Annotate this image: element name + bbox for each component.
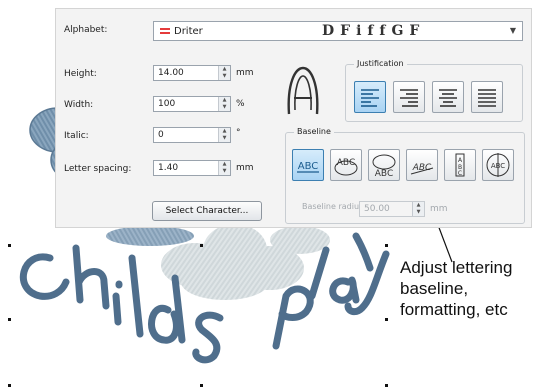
- baseline-circle-button[interactable]: ABC: [406, 149, 438, 181]
- baseline-radius-field[interactable]: 50.00 ▲ ▼: [359, 201, 425, 217]
- selection-handle[interactable]: [385, 318, 388, 321]
- svg-text:ABC: ABC: [298, 161, 319, 172]
- callout-line: Adjust lettering: [400, 258, 513, 277]
- letter-spacing-value: 1.40: [158, 163, 179, 173]
- height-label: Height:: [64, 69, 97, 79]
- justification-title: Justification: [354, 59, 407, 68]
- svg-text:ABC: ABC: [375, 169, 393, 179]
- select-character-button[interactable]: Select Character...: [152, 201, 262, 221]
- baseline-vertical-icon: A B C: [455, 153, 465, 177]
- width-label: Width:: [64, 100, 94, 110]
- height-field[interactable]: 14.00 ▲ ▼: [153, 65, 231, 81]
- baseline-straight-button[interactable]: ABC: [292, 149, 324, 181]
- baseline-radius-value: 50.00: [364, 204, 390, 214]
- chevron-down-icon: ▼: [509, 26, 516, 35]
- baseline-arc-top-icon: ABC: [334, 158, 358, 176]
- alphabet-label: Alphabet:: [64, 25, 108, 35]
- italic-value: 0: [158, 130, 164, 140]
- letter-spacing-unit: mm: [236, 163, 254, 173]
- svg-text:ABC: ABC: [337, 158, 355, 168]
- callout-line: baseline,: [400, 279, 469, 298]
- width-field[interactable]: 100 ▲ ▼: [153, 96, 231, 112]
- align-center-icon: [439, 89, 457, 107]
- baseline-title: Baseline: [294, 127, 334, 136]
- italic-field[interactable]: 0 ▲ ▼: [153, 127, 231, 143]
- align-justify-button[interactable]: [471, 81, 503, 113]
- baseline-straight-icon: ABC: [297, 161, 319, 173]
- baseline-arc-bottom-button[interactable]: ABC: [368, 149, 400, 181]
- alphabet-select[interactable]: Driter DFiffGF ▼: [153, 21, 523, 41]
- selection-handle[interactable]: [200, 244, 203, 247]
- baseline-arc-top-button[interactable]: ABC: [330, 149, 362, 181]
- align-left-button[interactable]: [354, 81, 386, 113]
- font-name: Driter: [174, 25, 203, 37]
- selection-handle[interactable]: [385, 384, 388, 387]
- italic-label: Italic:: [64, 131, 89, 141]
- baseline-radius-unit: mm: [430, 204, 448, 214]
- selection-handle[interactable]: [8, 384, 11, 387]
- baseline-arc-bottom-icon: ABC: [372, 154, 396, 179]
- svg-text:C: C: [458, 170, 462, 177]
- align-justify-icon: [478, 89, 496, 107]
- align-center-button[interactable]: [432, 81, 464, 113]
- letter-spacing-field[interactable]: 1.40 ▲ ▼: [153, 160, 231, 176]
- cloud-blue-bottom: [106, 226, 194, 246]
- height-value: 14.00: [158, 68, 184, 78]
- font-preview: DFiffGF: [322, 23, 426, 39]
- width-value: 100: [158, 99, 176, 109]
- baseline-rotated-icon: ABC: [486, 153, 510, 177]
- baseline-rotated-button[interactable]: ABC: [482, 149, 514, 181]
- selection-handle[interactable]: [8, 318, 11, 321]
- selection-handle[interactable]: [200, 384, 203, 387]
- selection-handle[interactable]: [385, 244, 388, 247]
- glyph-preview-icon: [287, 66, 319, 115]
- italic-unit: °: [236, 128, 241, 138]
- alphabet-icon: [160, 26, 170, 36]
- italic-spinner[interactable]: ▲ ▼: [218, 128, 230, 142]
- lettering-panel: Alphabet: Driter DFiffGF ▼ Height: 14.00…: [55, 8, 532, 228]
- align-right-icon: [400, 89, 418, 107]
- baseline-vertical-button[interactable]: A B C: [444, 149, 476, 181]
- height-spinner[interactable]: ▲ ▼: [218, 66, 230, 80]
- align-right-button[interactable]: [393, 81, 425, 113]
- baseline-radius-label: Baseline radius:: [302, 202, 366, 211]
- baseline-circle-icon: ABC: [410, 163, 434, 175]
- width-spinner[interactable]: ▲ ▼: [218, 97, 230, 111]
- width-unit: %: [236, 99, 245, 109]
- baseline-radius-spinner[interactable]: ▲ ▼: [412, 202, 424, 216]
- cloud-right: [270, 226, 330, 254]
- svg-text:A: A: [458, 157, 463, 164]
- selection-handle[interactable]: [8, 244, 11, 247]
- height-unit: mm: [236, 68, 254, 78]
- letter-spacing-label: Letter spacing:: [64, 164, 132, 174]
- align-left-icon: [361, 89, 379, 107]
- callout-line: formatting, etc: [400, 300, 508, 319]
- svg-text:ABC: ABC: [491, 162, 505, 170]
- callout-text: Adjust lettering baseline, formatting, e…: [400, 257, 540, 320]
- letter-spacing-spinner[interactable]: ▲ ▼: [218, 161, 230, 175]
